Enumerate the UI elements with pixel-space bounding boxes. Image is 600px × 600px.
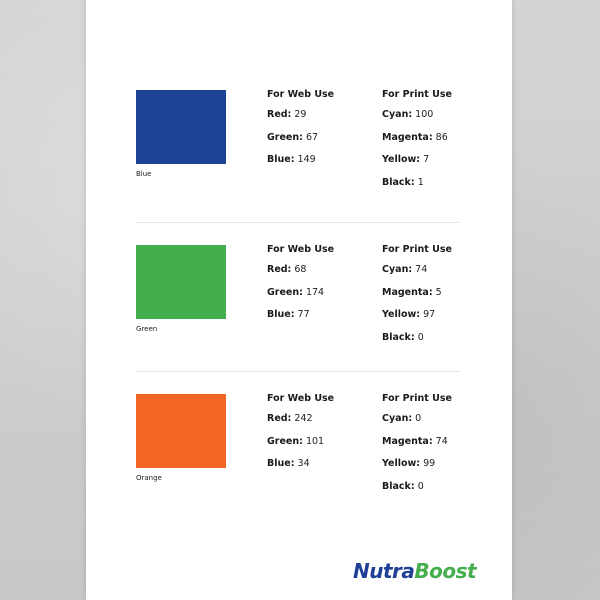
color-name: Orange — [136, 474, 162, 482]
logo-part-nutra: Nutra — [353, 559, 415, 583]
print-heading: For Print Use — [382, 393, 452, 404]
web-value-row: Blue: 149 — [267, 154, 316, 166]
print-value-row: Cyan: 100 — [382, 109, 434, 120]
print-heading: For Print Use — [382, 244, 452, 255]
print-value-row: Cyan: 74 — [382, 264, 428, 275]
print-value-row: Black: 1 — [382, 177, 424, 189]
web-value-row: Red: 68 — [267, 264, 307, 275]
section-divider — [136, 222, 460, 223]
print-value-row: Magenta: 74 — [382, 435, 448, 447]
web-value-row: Red: 242 — [267, 413, 313, 424]
color-swatch — [136, 394, 226, 468]
web-values: For Web Use Red: 29 Green: 67 Blue: 149 — [267, 90, 334, 178]
print-value-row: Yellow: 7 — [382, 154, 430, 166]
color-name: Green — [136, 325, 158, 333]
web-value-row: Red: 29 — [267, 109, 307, 120]
web-value-row: Green: 101 — [267, 435, 325, 447]
print-values: For Print Use Cyan: 100 Magenta: 86 Yell… — [382, 90, 452, 201]
web-values: For Web Use Red: 68 Green: 174 Blue: 77 — [267, 245, 334, 333]
web-value-row: Blue: 34 — [267, 458, 310, 470]
web-heading: For Web Use — [267, 393, 335, 404]
print-value-row: Yellow: 99 — [382, 458, 436, 470]
color-swatch — [136, 90, 226, 164]
print-value-row: Yellow: 97 — [382, 309, 436, 321]
web-value-row: Blue: 77 — [267, 309, 310, 321]
web-values: For Web Use Red: 242 Green: 101 Blue: 34 — [267, 394, 334, 482]
web-heading: For Web Use — [267, 89, 335, 100]
brand-logo: NutraBoost — [353, 559, 477, 583]
web-heading: For Web Use — [267, 244, 335, 255]
web-value-row: Green: 174 — [267, 286, 325, 298]
logo-part-boost: Boost — [414, 559, 477, 583]
color-name: Blue — [136, 170, 152, 178]
print-value-row: Magenta: 5 — [382, 286, 442, 298]
print-value-row: Black: 0 — [382, 481, 424, 493]
print-values: For Print Use Cyan: 0 Magenta: 74 Yellow… — [382, 394, 452, 505]
print-heading: For Print Use — [382, 89, 452, 100]
print-value-row: Black: 0 — [382, 332, 424, 344]
brand-color-sheet: Blue For Web Use Red: 29 Green: 67 Blue:… — [86, 0, 512, 600]
print-values: For Print Use Cyan: 74 Magenta: 5 Yellow… — [382, 245, 452, 356]
color-swatch — [136, 245, 226, 319]
print-value-row: Magenta: 86 — [382, 131, 448, 143]
print-value-row: Cyan: 0 — [382, 413, 422, 424]
web-value-row: Green: 67 — [267, 131, 319, 143]
section-divider — [136, 371, 460, 372]
